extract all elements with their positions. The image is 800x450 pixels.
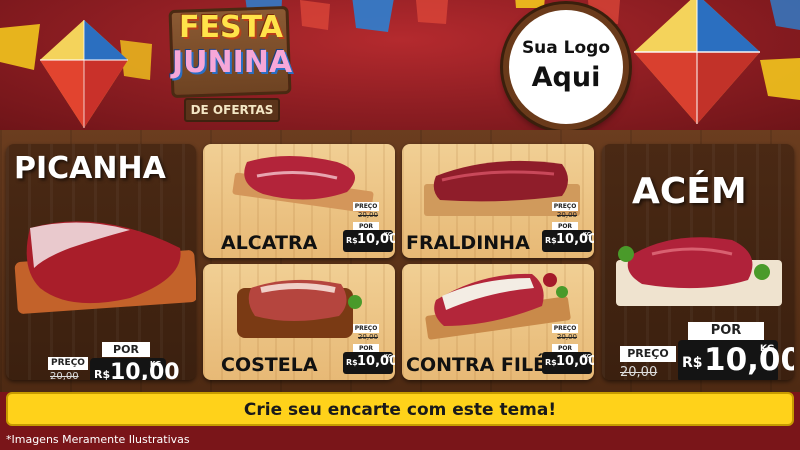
acem-preco-label: PREÇO: [620, 346, 676, 362]
acem-old-price: 20,00: [620, 365, 658, 380]
ofertas-plank: DE OFERTAS: [184, 98, 280, 122]
product-board: PICANHA POR PREÇO 20,00 R$ 10,00 KG ALCA: [0, 130, 800, 392]
costela-meat-icon: [237, 279, 362, 338]
fraldinha-preco-label: PREÇO: [552, 202, 578, 211]
product-card-costela: COSTELA PREÇO 20,00 POR R$ 10,00 KG: [203, 264, 395, 380]
product-name-fraldinha: FRALDINHA: [406, 232, 530, 254]
product-name-picanha: PICANHA: [14, 151, 166, 186]
acem-currency: R$: [682, 355, 703, 371]
alcatra-price-box: R$ 10,00 KG: [343, 230, 395, 252]
contra-file-currency: R$: [545, 358, 557, 367]
balloon-lantern-left-icon: [40, 20, 128, 128]
fraldinha-unit: KG: [583, 232, 591, 238]
festa-junina-logo: FESTA JUNINA DE OFERTAS: [168, 5, 294, 124]
alcatra-currency: R$: [346, 236, 358, 245]
picanha-currency: R$: [94, 368, 111, 380]
picanha-preco-label: PREÇO: [48, 357, 88, 370]
product-card-fraldinha: FRALDINHA PREÇO 20,00 POR R$ 10,00 KG: [402, 144, 594, 258]
contra-file-preco-label: PREÇO: [552, 324, 578, 333]
fraldinha-price-box: R$ 10,00 KG: [542, 230, 594, 252]
alcatra-preco-label: PREÇO: [353, 202, 379, 211]
product-name-acem: ACÉM: [632, 171, 747, 212]
cta-text: Crie seu encarte com este tema!: [243, 400, 557, 420]
alcatra-old-price: 20,00: [357, 211, 379, 219]
logo-festa-word: FESTA: [179, 10, 283, 45]
brand-logo-placeholder: Sua Logo Aqui: [503, 4, 629, 130]
flyer: FESTA JUNINA DE OFERTAS Sua Logo Aqui PI…: [0, 0, 800, 450]
acem-price: 10,00: [704, 342, 794, 378]
acem-price-box: R$ 10,00 KG: [678, 340, 794, 380]
fraldinha-old-price: 20,00: [556, 211, 578, 219]
balloon-lantern-right-icon: [634, 0, 760, 124]
fraldinha-currency: R$: [545, 236, 557, 245]
brand-line-2: Aqui: [531, 62, 601, 93]
contra-file-old-price: 20,00: [556, 333, 578, 341]
costela-preco-label: PREÇO: [353, 324, 379, 333]
product-card-alcatra: ALCATRA PREÇO 20,00 POR R$ 10,00 KG: [203, 144, 395, 258]
contra-file-unit: KG: [583, 354, 591, 360]
disclaimer-text: *Imagens Meramente Ilustrativas: [6, 433, 190, 446]
product-name-alcatra: ALCATRA: [221, 232, 318, 254]
picanha-price: 10,00: [110, 360, 180, 380]
costela-currency: R$: [346, 358, 358, 367]
product-card-contra-file: CONTRA FILÉ PREÇO 20,00 POR R$ 10,00 KG: [402, 264, 594, 380]
cta-banner: Crie seu encarte com este tema!: [6, 392, 794, 426]
picanha-por-label: POR: [102, 342, 150, 357]
costela-unit: KG: [384, 354, 392, 360]
product-name-costela: COSTELA: [221, 354, 318, 376]
product-name-contra-file: CONTRA FILÉ: [406, 354, 547, 376]
picanha-unit: KG: [150, 360, 162, 368]
header-banner: FESTA JUNINA DE OFERTAS Sua Logo Aqui: [0, 0, 800, 132]
contra-file-price-box: R$ 10,00 KG: [542, 352, 594, 374]
product-card-acem: ACÉM PREÇO 20,00 POR R$ 10,00 KG: [602, 144, 794, 380]
picanha-meat-icon: [14, 221, 196, 314]
acem-por-label: POR: [688, 322, 764, 340]
picanha-old-price: 20,00: [50, 371, 79, 380]
acem-meat-icon: [616, 237, 782, 306]
product-card-picanha: PICANHA POR PREÇO 20,00 R$ 10,00 KG: [6, 144, 196, 380]
logo-junina-word: JUNINA: [172, 45, 293, 80]
costela-price-box: R$ 10,00 KG: [343, 352, 395, 374]
logo-ofertas-word: DE OFERTAS: [190, 103, 274, 117]
acem-unit: KG: [760, 344, 775, 354]
alcatra-unit: KG: [384, 232, 392, 238]
picanha-price-box: R$ 10,00 KG: [90, 358, 180, 380]
brand-line-1: Sua Logo: [521, 38, 611, 58]
costela-old-price: 20,00: [357, 333, 379, 341]
